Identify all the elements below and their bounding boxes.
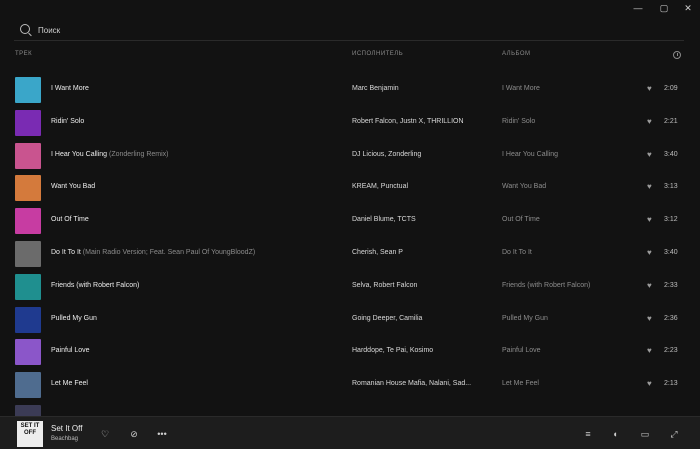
table-row[interactable]: Pulled My Gun Going Deeper, Camilia Pulle… (0, 304, 700, 337)
track-album[interactable]: Ridin' Solo (502, 118, 535, 125)
close-button[interactable]: ✕ (680, 1, 696, 15)
heart-icon[interactable]: ♥ (647, 379, 657, 389)
track-artist[interactable]: Robert Falcon, Justn X, THRILLION (352, 118, 464, 125)
fullscreen-icon[interactable]: ⤢ (668, 428, 680, 440)
track-album[interactable]: Let Me Feel (502, 380, 539, 387)
heart-icon[interactable]: ♥ (647, 117, 657, 127)
track-duration: 2:09 (664, 85, 678, 92)
track-title[interactable]: Want You Bad (51, 183, 95, 190)
now-playing-artist[interactable]: Beachbag (51, 436, 78, 442)
queue-icon[interactable]: ≡ (582, 428, 594, 440)
heart-icon[interactable]: ♥ (647, 150, 657, 160)
track-duration: 3:40 (664, 248, 678, 256)
table-row[interactable]: I Hear You Calling (Zonderling Remix) DJ … (0, 140, 700, 173)
heart-icon[interactable]: ♥ (647, 346, 657, 356)
heart-icon[interactable]: ♥ (647, 248, 657, 258)
track-artist[interactable]: Marc Benjamin (352, 85, 399, 92)
track-cover[interactable] (15, 404, 41, 416)
track-title[interactable]: I Want More (51, 85, 89, 92)
track-duration: 2:33 (664, 281, 678, 289)
table-row[interactable] (0, 402, 700, 416)
track-album[interactable]: Painful Love (502, 347, 541, 354)
title-bar: — ▢ ✕ (0, 0, 700, 16)
track-title[interactable]: Friends (with Robert Falcon) (51, 282, 139, 289)
track-list: I Want More Marc Benjamin I Want More ♥ 2:0… (0, 74, 700, 416)
heart-icon[interactable]: ♥ (647, 84, 657, 94)
album-cover[interactable]: SET IT OFF (17, 421, 43, 447)
track-artist[interactable]: Romanian House Mafia, Nalani, Sad... (352, 380, 471, 387)
track-artist[interactable]: Cherish, Sean P (352, 249, 403, 256)
track-list-header: ТРЕК ИСПОЛНИТЕЛЬ АЛЬБОМ (0, 48, 700, 62)
track-cover[interactable] (15, 240, 41, 267)
track-title[interactable]: Let Me Feel (51, 380, 88, 387)
search-input[interactable] (36, 22, 640, 38)
track-duration: 3:12 (664, 216, 678, 224)
track-title[interactable]: Pulled My Gun (51, 315, 97, 322)
search-bar (14, 20, 684, 41)
header-artist[interactable]: ИСПОЛНИТЕЛЬ (352, 51, 403, 57)
volume-icon[interactable]: ◖ (609, 428, 621, 440)
track-cover[interactable] (15, 142, 41, 169)
track-cover[interactable] (15, 175, 41, 202)
miniplayer-icon[interactable]: ▭ (639, 428, 651, 440)
track-cover[interactable] (15, 109, 41, 136)
heart-icon[interactable]: ♥ (647, 281, 657, 291)
track-artist[interactable]: Selva, Robert Falcon (352, 282, 417, 289)
search-icon (20, 24, 30, 34)
track-cover[interactable] (15, 273, 41, 300)
table-row[interactable]: Want You Bad KREAM, Punctual Want You Bad… (0, 172, 700, 205)
track-artist[interactable]: Harddope, Te Pai, Kosimo (352, 347, 433, 354)
track-artist[interactable]: KREAM, Punctual (352, 183, 408, 190)
track-artist[interactable]: Going Deeper, Camilia (352, 315, 422, 322)
track-album[interactable]: Pulled My Gun (502, 315, 548, 322)
heart-icon[interactable]: ♡ (99, 428, 111, 440)
dislike-icon[interactable]: ⊘ (128, 428, 140, 440)
track-duration: 2:23 (664, 347, 678, 355)
header-album[interactable]: АЛЬБОМ (502, 51, 531, 57)
maximize-button[interactable]: ▢ (656, 1, 672, 15)
track-duration: 2:36 (664, 314, 678, 322)
more-button[interactable]: ••• (156, 428, 168, 440)
header-track[interactable]: ТРЕК (15, 51, 32, 57)
heart-icon[interactable]: ♥ (647, 215, 657, 225)
track-album[interactable]: I Hear You Calling (502, 151, 558, 158)
table-row[interactable]: Ridin' Solo Robert Falcon, Justn X, THRI… (0, 107, 700, 140)
table-row[interactable]: Let Me Feel Romanian House Mafia, Nalani… (0, 369, 700, 402)
track-cover[interactable] (15, 372, 41, 399)
track-album[interactable]: Out Of Time (502, 216, 540, 223)
track-cover[interactable] (15, 339, 41, 366)
track-title[interactable]: I Hear You Calling (Zonderling Remix) (51, 151, 169, 158)
table-row[interactable]: Out Of Time Daniel Blume, TCTS Out Of Tim… (0, 205, 700, 238)
track-album[interactable]: Want You Bad (502, 183, 546, 190)
track-cover[interactable] (15, 306, 41, 333)
heart-icon[interactable]: ♥ (647, 314, 657, 324)
track-duration: 2:21 (664, 117, 678, 125)
track-duration: 3:40 (664, 150, 678, 158)
track-title[interactable]: Painful Love (51, 347, 90, 354)
table-row[interactable]: Do It To It (Main Radio Version; Feat. S… (0, 238, 700, 271)
track-album[interactable]: Do It To It (502, 249, 532, 256)
table-row[interactable]: Friends (with Robert Falcon) Selva, Robe… (0, 271, 700, 304)
track-duration: 2:13 (664, 380, 678, 388)
track-album[interactable]: Friends (with Robert Falcon) (502, 282, 590, 289)
heart-icon[interactable]: ♥ (647, 182, 657, 192)
track-duration: 3:13 (664, 183, 678, 191)
track-album[interactable]: I Want More (502, 85, 540, 92)
player-bar: SET IT OFF Set It Off Beachbag ♡ ⊘ ••• ≡… (0, 416, 700, 449)
track-artist[interactable]: Daniel Blume, TCTS (352, 216, 416, 223)
track-title[interactable]: Do It To It (Main Radio Version; Feat. S… (51, 249, 255, 256)
track-title[interactable]: Out Of Time (51, 216, 89, 223)
minimize-button[interactable]: — (630, 1, 646, 15)
table-row[interactable]: I Want More Marc Benjamin I Want More ♥ 2:0… (0, 74, 700, 107)
table-row[interactable]: Painful Love Harddope, Te Pai, Kosimo Pai… (0, 336, 700, 369)
track-cover[interactable] (15, 208, 41, 235)
track-title[interactable]: Ridin' Solo (51, 118, 84, 125)
track-artist[interactable]: DJ Licious, Zonderling (352, 151, 421, 158)
now-playing-title[interactable]: Set It Off (51, 424, 82, 433)
clock-icon[interactable] (673, 51, 681, 59)
track-cover[interactable] (15, 77, 41, 103)
